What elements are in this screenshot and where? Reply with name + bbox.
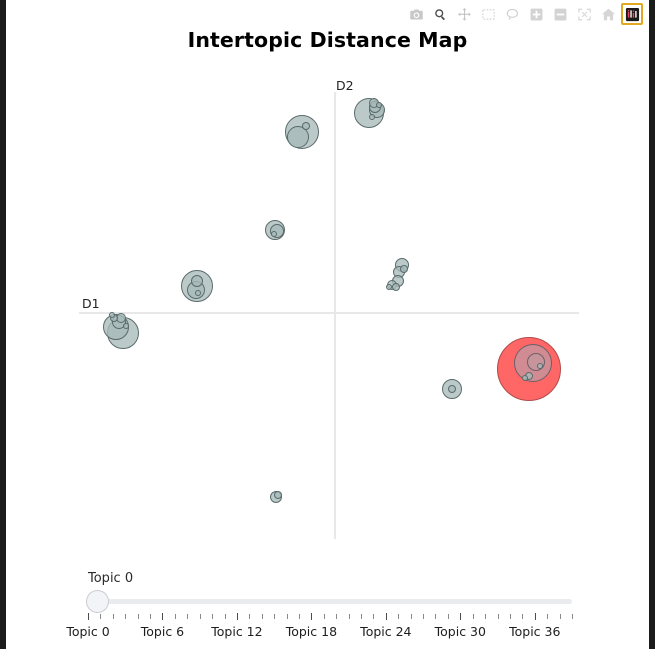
zoom-out-icon[interactable]	[549, 3, 571, 25]
topic-bubble[interactable]	[274, 491, 282, 499]
slider-current-value: Topic 0	[88, 571, 134, 586]
slider-tick	[212, 614, 214, 619]
topic-bubble[interactable]	[369, 114, 375, 120]
slider-tick-label: Topic 30	[434, 624, 486, 639]
topic-bubble[interactable]	[522, 375, 528, 381]
slider-tick	[572, 614, 573, 619]
slider-tick	[174, 614, 176, 619]
slider-tick-label: Topic 36	[509, 624, 561, 639]
slider-tick	[224, 614, 226, 619]
topic-bubble[interactable]	[400, 265, 408, 273]
topic-bubble[interactable]	[109, 312, 115, 318]
slider-tick-labels: Topic 0 Topic 6 Topic 12 Topic 18 Topic 24 To…	[6, 624, 649, 644]
slider-track[interactable]	[88, 599, 572, 604]
pan-icon[interactable]	[453, 3, 475, 25]
download-plot-icon[interactable]	[405, 3, 427, 25]
slider-tick	[522, 614, 524, 619]
topic-bubble[interactable]	[386, 284, 392, 290]
slider-tick	[509, 614, 511, 619]
slider-tick-label: Topic 18	[285, 624, 338, 639]
slider-tick	[298, 614, 300, 619]
slider-tick	[373, 614, 375, 619]
slider-tick-marks	[88, 613, 573, 622]
slider-tick	[236, 613, 238, 620]
topic-bubble[interactable]	[448, 385, 456, 393]
slider-tick	[249, 614, 251, 619]
topic-bubble[interactable]	[271, 231, 277, 237]
topic-slider[interactable]: Topic 0 Topic 0 Topic 6 Topic 12 Topic 18 To…	[6, 556, 649, 649]
slider-tick-label: Topic 6	[140, 624, 185, 639]
slider-tick-label: Topic 0	[66, 624, 110, 639]
intertopic-distance-map-plot[interactable]: Intertopic Distance Map D2 D1	[6, 24, 649, 554]
slider-tick	[286, 614, 288, 619]
slider-tick	[447, 614, 449, 619]
topic-bubble[interactable]	[527, 353, 545, 371]
slider-handle[interactable]	[86, 590, 109, 613]
slider-tick	[398, 614, 400, 619]
topic-bubble[interactable]	[191, 275, 203, 287]
slider-tick	[435, 614, 437, 619]
slider-tick	[187, 614, 189, 619]
slider-tick	[348, 614, 350, 619]
plotly-modebar	[405, 2, 643, 26]
x-axis-label: D1	[82, 296, 100, 311]
topic-bubble[interactable]	[392, 283, 400, 291]
slider-tick	[199, 614, 201, 619]
lasso-select-icon[interactable]	[501, 3, 523, 25]
slider-tick	[137, 614, 139, 619]
slider-tick	[385, 613, 387, 620]
slider-tick	[88, 613, 89, 620]
y-axis-label: D2	[336, 78, 354, 93]
slider-tick	[559, 614, 561, 619]
slider-tick-label: Topic 12	[211, 624, 263, 639]
slider-tick	[485, 614, 487, 619]
slider-tick	[547, 614, 549, 619]
page-title: Intertopic Distance Map	[187, 28, 468, 52]
slider-tick	[534, 613, 536, 620]
topic-bubble[interactable]	[195, 290, 201, 296]
x-axis-line	[79, 312, 579, 314]
slider-tick	[410, 614, 412, 619]
slider-tick	[323, 614, 325, 619]
slider-tick	[100, 614, 102, 619]
slider-tick	[336, 614, 338, 619]
plotly-logo-icon[interactable]	[621, 3, 643, 25]
slider-tick	[311, 613, 313, 620]
slider-tick	[274, 614, 276, 619]
topic-bubble[interactable]	[123, 323, 129, 329]
zoom-in-icon[interactable]	[525, 3, 547, 25]
zoom-icon[interactable]	[429, 3, 451, 25]
topic-bubble[interactable]	[376, 102, 382, 108]
slider-tick	[162, 613, 164, 620]
slider-tick	[125, 614, 127, 619]
slider-tick	[460, 613, 462, 620]
plotly-figure-app: Intertopic Distance Map D2 D1 Topic 0 To…	[6, 0, 649, 649]
slider-tick	[261, 614, 263, 619]
slider-tick	[472, 614, 474, 619]
slider-tick	[423, 614, 425, 619]
slider-tick	[150, 614, 152, 619]
slider-tick-label: Topic 24	[360, 624, 412, 639]
slider-tick	[497, 614, 499, 619]
y-axis-line	[334, 92, 336, 539]
slider-tick	[112, 614, 114, 619]
topic-bubble[interactable]	[302, 122, 310, 130]
slider-tick	[361, 614, 363, 619]
box-select-icon[interactable]	[477, 3, 499, 25]
reset-axes-icon[interactable]	[597, 3, 619, 25]
autoscale-icon[interactable]	[573, 3, 595, 25]
topic-bubble[interactable]	[537, 363, 543, 369]
